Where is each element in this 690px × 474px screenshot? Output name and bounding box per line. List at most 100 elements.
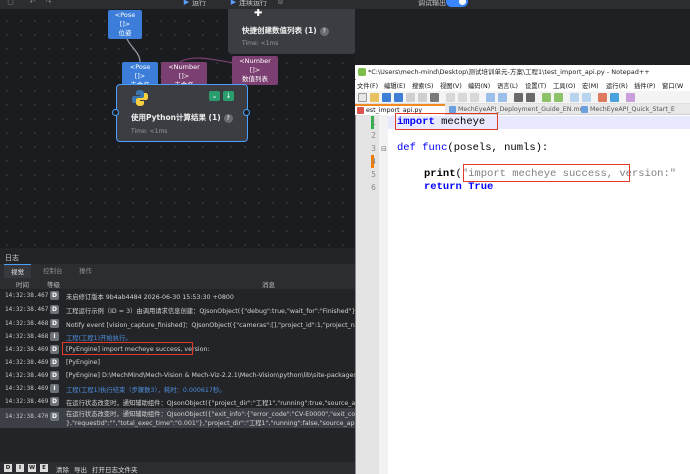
level-badge: D bbox=[50, 345, 59, 354]
open-folder-icon[interactable] bbox=[370, 93, 379, 102]
python-calc-node[interactable]: ⌄ ↓ 使用Python计算结果 (1)? Time: <1ms bbox=[116, 84, 248, 142]
notepad-logo-icon bbox=[358, 68, 366, 76]
table-row[interactable]: 14:32:38.467 D 工程运行示例（ID = 3）由调用请求信息创建：QJs… bbox=[0, 304, 355, 316]
graph-canvas[interactable]: <Pose []> 位姿 ✚ 快捷创建数值列表 (1)? Time: <1ms … bbox=[0, 0, 355, 248]
play-icon: ▶ bbox=[183, 0, 190, 6]
log-panel-title: 日志 bbox=[5, 254, 19, 262]
code-line-6[interactable]: return True bbox=[424, 181, 493, 193]
python-logo-icon bbox=[132, 90, 148, 106]
paste-icon[interactable] bbox=[470, 93, 479, 102]
close-all-icon[interactable] bbox=[418, 93, 427, 102]
notepad-title: *C:\Users\mech-mind\Desktop\测试培训单元-方案\工程… bbox=[355, 65, 690, 79]
filter-warning-checkbox[interactable]: W bbox=[28, 464, 36, 472]
python-node-time: Time: <1ms bbox=[131, 128, 168, 135]
new-file-icon[interactable] bbox=[358, 93, 367, 102]
tab-quick-start[interactable]: MechEyeAPI_Quick_Start_E bbox=[579, 104, 690, 115]
menu-macro[interactable]: 宏(M) bbox=[582, 81, 599, 90]
fold-collapse-icon[interactable]: ⊟ bbox=[381, 145, 387, 153]
chevron-down-icon[interactable]: ⌄ bbox=[209, 91, 220, 101]
pose-port-label: 位姿 bbox=[118, 29, 132, 37]
main-toolbar: ▢ ↶ ↷ ▶ 运行 ▶ 连续运行 ⚙ 调试输出 bbox=[0, 0, 690, 9]
level-badge: D bbox=[50, 291, 59, 300]
level-badge: D bbox=[50, 305, 59, 314]
tab-console[interactable]: 控制台 bbox=[36, 264, 70, 278]
file-icon bbox=[449, 106, 456, 113]
export-button[interactable]: 导出 bbox=[74, 464, 87, 474]
menu-settings[interactable]: 设置(T) bbox=[525, 81, 546, 90]
cut-icon[interactable] bbox=[446, 93, 455, 102]
menu-view[interactable]: 视图(V) bbox=[440, 81, 462, 90]
close-file-icon[interactable] bbox=[406, 93, 415, 102]
save-all-icon[interactable] bbox=[394, 93, 403, 102]
download-icon[interactable]: ↓ bbox=[223, 91, 234, 101]
menu-plugins[interactable]: 插件(P) bbox=[634, 81, 655, 90]
table-row[interactable]: 14:32:38.467 D 未启修订版本 9b4ab4484 2026-06-30… bbox=[0, 290, 355, 302]
batch-node-title: 快捷创建数值列表 (1)? bbox=[242, 25, 329, 36]
gear-icon[interactable]: ⚙ bbox=[276, 0, 285, 7]
zoom-out-icon[interactable] bbox=[554, 93, 563, 102]
function-list-icon[interactable] bbox=[626, 93, 635, 102]
menu-language[interactable]: 语言(L) bbox=[497, 81, 518, 90]
log-footer: D I W E 清除 导出 打开日志文件夹 bbox=[0, 462, 355, 474]
highlight-box-log bbox=[62, 342, 193, 355]
run-button[interactable]: 运行 bbox=[192, 0, 206, 9]
clear-button[interactable]: 清除 bbox=[56, 464, 69, 474]
menu-run[interactable]: 运行(R) bbox=[606, 81, 628, 90]
node-right-anchor[interactable] bbox=[243, 109, 250, 116]
table-row[interactable]: 14:32:38.469 D [PyEngine] bbox=[0, 357, 355, 369]
word-wrap-icon[interactable] bbox=[582, 93, 591, 102]
menu-file[interactable]: 文件(F) bbox=[357, 81, 378, 90]
level-badge: D bbox=[50, 319, 59, 328]
filter-error-checkbox[interactable]: E bbox=[40, 464, 48, 472]
line-number: 4 bbox=[371, 157, 376, 166]
macro-play-icon[interactable] bbox=[610, 93, 619, 102]
replace-icon[interactable] bbox=[526, 93, 535, 102]
line-number: 5 bbox=[371, 170, 376, 179]
node-left-anchor[interactable] bbox=[112, 109, 119, 116]
debug-output-toggle[interactable] bbox=[446, 0, 468, 7]
table-row[interactable]: 14:32:38.468 D Notify event [vision_captur… bbox=[0, 318, 355, 330]
undo-icon[interactable]: ↶ bbox=[28, 0, 37, 7]
open-log-folder-button[interactable]: 打开日志文件夹 bbox=[92, 464, 138, 474]
continuous-run-button[interactable]: 连续运行 bbox=[239, 0, 267, 9]
number-list-output-port[interactable]: <Number []> 数值列表 bbox=[232, 56, 278, 85]
sync-scroll-icon[interactable] bbox=[570, 93, 579, 102]
help-icon: ? bbox=[319, 27, 329, 36]
highlight-box-import bbox=[395, 113, 498, 130]
table-row[interactable]: 14:32:38.469 D [PyEngine] D:\MechMind\Mech… bbox=[0, 370, 355, 382]
undo-icon[interactable] bbox=[486, 93, 495, 102]
level-badge: D bbox=[50, 371, 59, 380]
table-row[interactable]: 14:32:38.469 D 在运行状态改变时，通知辅助组件：QJsonObject… bbox=[0, 396, 355, 408]
filter-debug-checkbox[interactable]: D bbox=[4, 464, 12, 472]
fold-margin bbox=[379, 115, 388, 474]
column-time: 时间 bbox=[16, 281, 29, 289]
code-line-3[interactable]: def func(posels, numls): bbox=[397, 142, 548, 154]
redo-icon[interactable] bbox=[498, 93, 507, 102]
unsaved-file-icon bbox=[357, 107, 364, 114]
print-icon[interactable] bbox=[430, 93, 439, 102]
copy-icon[interactable] bbox=[458, 93, 467, 102]
macro-record-icon[interactable] bbox=[598, 93, 607, 102]
menu-search[interactable]: 搜索(S) bbox=[412, 81, 434, 90]
zoom-in-icon[interactable] bbox=[542, 93, 551, 102]
table-row-selected[interactable]: 14:32:38.470 D 在运行状态改变时，通知辅助组件：QJsonObjec… bbox=[0, 408, 355, 428]
filter-info-checkbox[interactable]: I bbox=[16, 464, 24, 472]
menu-edit[interactable]: 编辑(E) bbox=[384, 81, 406, 90]
batch-node-time: Time: <1ms bbox=[242, 40, 279, 47]
column-message: 消息 bbox=[262, 281, 275, 289]
tab-operation[interactable]: 操作 bbox=[72, 264, 99, 278]
redo-icon[interactable]: ↷ bbox=[44, 0, 53, 7]
square-icon[interactable]: ▢ bbox=[6, 0, 15, 7]
input-port-type: <Number []> bbox=[168, 63, 200, 80]
menu-window[interactable]: 窗口(W bbox=[662, 81, 683, 90]
tab-vision[interactable]: 视觉 bbox=[4, 264, 31, 278]
plus-icon: ✚ bbox=[254, 8, 263, 19]
line-number: 3 bbox=[371, 144, 376, 153]
menu-encoding[interactable]: 编码(N) bbox=[468, 81, 490, 90]
table-row[interactable]: 14:32:38.469 I 工程(工程1)执行结束（步骤数3），耗时：0.0006… bbox=[0, 383, 355, 395]
find-icon[interactable] bbox=[514, 93, 523, 102]
save-icon[interactable] bbox=[382, 93, 391, 102]
menu-tools[interactable]: 工具(O) bbox=[553, 81, 575, 90]
pose-output-port[interactable]: <Pose []> 位姿 bbox=[108, 10, 142, 39]
line-number: 2 bbox=[371, 131, 376, 140]
